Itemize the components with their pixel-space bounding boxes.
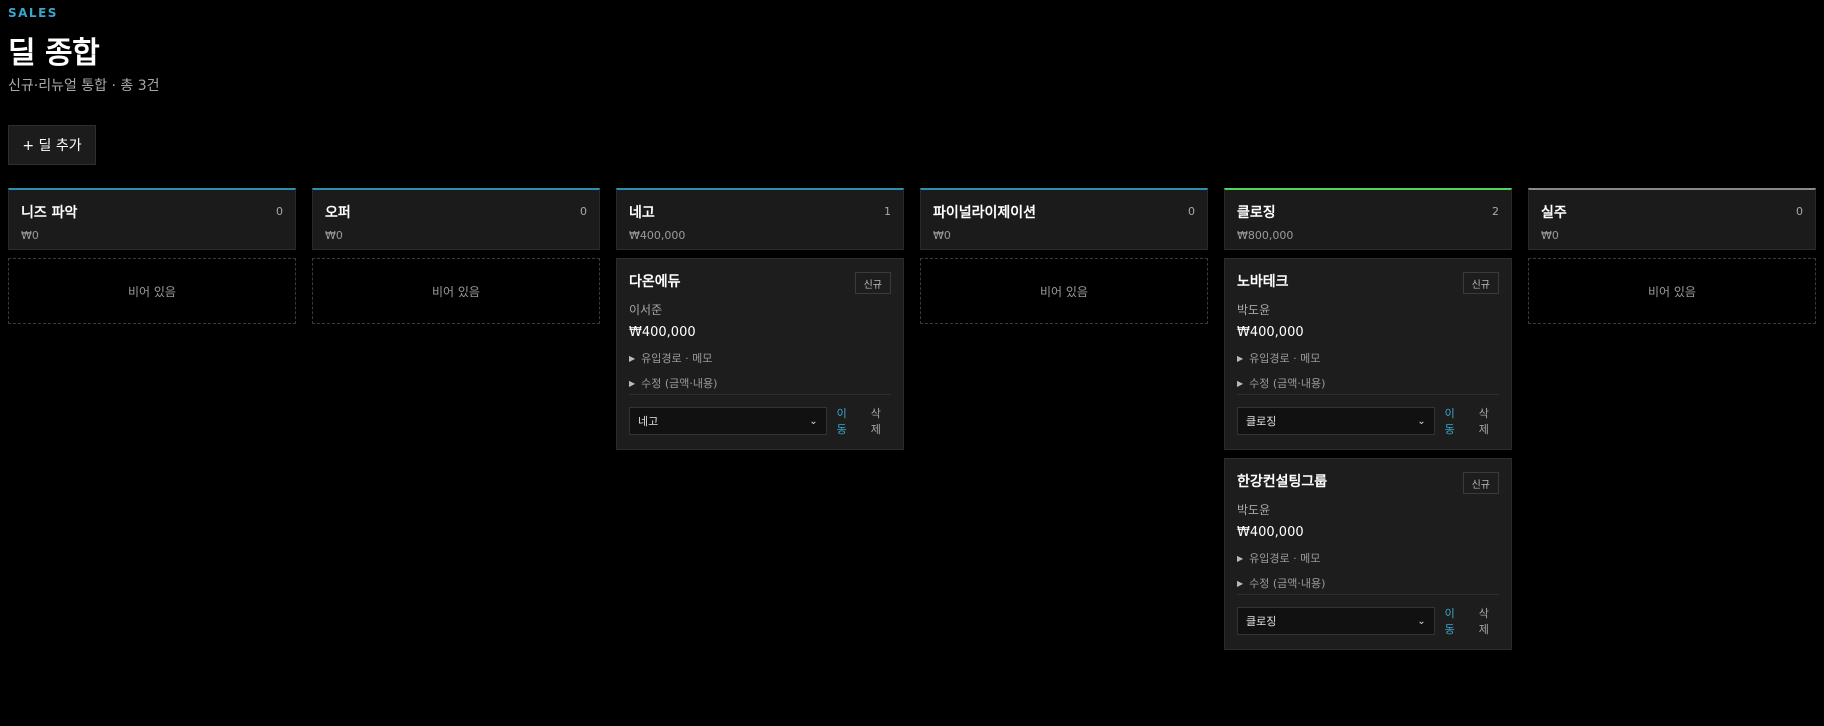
source-memo-toggle[interactable]: ▶ 유입경로 · 메모 [1237, 550, 1499, 566]
deal-company: 다온에듀 [629, 274, 681, 290]
column-name: 클로징 [1237, 205, 1276, 221]
chevron-down-icon: ⌄ [1417, 415, 1426, 427]
triangle-right-icon: ▶ [629, 378, 636, 388]
deal-owner: 박도윤 [1237, 303, 1271, 317]
column-header: 오퍼 0 ₩0 [312, 188, 600, 250]
deal-amount: ₩400,000 [629, 325, 696, 340]
page-eyebrow: SALES [8, 6, 58, 20]
column-header: 클로징 2 ₩800,000 [1224, 188, 1512, 250]
deal-amount: ₩400,000 [1237, 325, 1304, 340]
toggle-label: 유입경로 · 메모 [1249, 552, 1321, 565]
stage-select-value: 클로징 [1246, 415, 1277, 428]
page-subtitle: 신규·리뉴얼 통합 · 총 3건 [8, 78, 160, 94]
deal-type-badge: 신규 [854, 272, 891, 294]
card-footer: 네고 ⌄ 이동 삭제 [629, 394, 891, 437]
chevron-down-icon: ⌄ [809, 415, 818, 427]
column-header: 파이널라이제이션 0 ₩0 [920, 188, 1208, 250]
column-name: 네고 [629, 205, 655, 221]
move-button[interactable]: 이동 [837, 405, 857, 437]
column-header: 실주 0 ₩0 [1528, 188, 1816, 250]
deal-owner: 이서준 [629, 303, 663, 317]
toggle-label: 유입경로 · 메모 [1249, 352, 1321, 365]
delete-button[interactable]: 삭제 [1479, 605, 1499, 637]
deal-card[interactable]: 한강컨설팅그룹 신규 박도윤 ₩400,000 ▶ 유입경로 · 메모 ▶ 수정 (… [1224, 458, 1512, 650]
edit-toggle[interactable]: ▶ 수정 (금액·내용) [1237, 575, 1499, 591]
column-count: 0 [1188, 205, 1195, 218]
stage-select[interactable]: 클로징 ⌄ [1237, 607, 1435, 635]
column-closing: 클로징 2 ₩800,000 노바테크 신규 박도윤 ₩400,000 ▶ 유입경… [1224, 188, 1512, 650]
column-total: ₩800,000 [1237, 229, 1294, 242]
triangle-right-icon: ▶ [1237, 553, 1244, 563]
column-finalization: 파이널라이제이션 0 ₩0 비어 있음 [920, 188, 1208, 324]
chevron-down-icon: ⌄ [1417, 615, 1426, 627]
triangle-right-icon: ▶ [1237, 353, 1244, 363]
column-name: 니즈 파악 [21, 205, 78, 221]
toggle-label: 수정 (금액·내용) [641, 377, 718, 390]
card-footer: 클로징 ⌄ 이동 삭제 [1237, 394, 1499, 437]
source-memo-toggle[interactable]: ▶ 유입경로 · 메모 [1237, 350, 1499, 366]
column-offer: 오퍼 0 ₩0 비어 있음 [312, 188, 600, 324]
deal-type-badge: 신규 [1462, 472, 1499, 494]
stage-select[interactable]: 네고 ⌄ [629, 407, 827, 435]
source-memo-toggle[interactable]: ▶ 유입경로 · 메모 [629, 350, 891, 366]
stage-select-value: 클로징 [1246, 615, 1277, 628]
empty-placeholder: 비어 있음 [8, 258, 296, 324]
triangle-right-icon: ▶ [1237, 378, 1244, 388]
card-footer: 클로징 ⌄ 이동 삭제 [1237, 594, 1499, 637]
delete-button[interactable]: 삭제 [871, 405, 891, 437]
move-button[interactable]: 이동 [1445, 605, 1465, 637]
column-count: 0 [1796, 205, 1803, 218]
empty-placeholder: 비어 있음 [312, 258, 600, 324]
empty-placeholder: 비어 있음 [920, 258, 1208, 324]
column-count: 0 [276, 205, 283, 218]
toggle-label: 유입경로 · 메모 [641, 352, 713, 365]
edit-toggle[interactable]: ▶ 수정 (금액·내용) [629, 375, 891, 391]
deal-owner: 박도윤 [1237, 503, 1271, 517]
triangle-right-icon: ▶ [1237, 578, 1244, 588]
column-total: ₩400,000 [629, 229, 686, 242]
deal-type-badge: 신규 [1462, 272, 1499, 294]
deal-company: 한강컨설팅그룹 [1237, 474, 1328, 490]
column-header: 니즈 파악 0 ₩0 [8, 188, 296, 250]
add-deal-button[interactable]: + 딜 추가 [8, 125, 96, 165]
column-count: 2 [1492, 205, 1499, 218]
toggle-label: 수정 (금액·내용) [1249, 377, 1326, 390]
column-needs: 니즈 파악 0 ₩0 비어 있음 [8, 188, 296, 324]
column-total: ₩0 [1541, 229, 1559, 242]
column-total: ₩0 [933, 229, 951, 242]
toggle-label: 수정 (금액·내용) [1249, 577, 1326, 590]
column-name: 실주 [1541, 205, 1567, 221]
column-header: 네고 1 ₩400,000 [616, 188, 904, 250]
stage-select[interactable]: 클로징 ⌄ [1237, 407, 1435, 435]
delete-button[interactable]: 삭제 [1479, 405, 1499, 437]
column-name: 파이널라이제이션 [933, 205, 1037, 221]
column-count: 1 [884, 205, 891, 218]
triangle-right-icon: ▶ [629, 353, 636, 363]
edit-toggle[interactable]: ▶ 수정 (금액·내용) [1237, 375, 1499, 391]
deal-company: 노바테크 [1237, 274, 1289, 290]
stage-select-value: 네고 [638, 415, 659, 428]
empty-placeholder: 비어 있음 [1528, 258, 1816, 324]
column-total: ₩0 [325, 229, 343, 242]
column-nego: 네고 1 ₩400,000 다온에듀 신규 이서준 ₩400,000 ▶ 유입경로… [616, 188, 904, 450]
column-count: 0 [580, 205, 587, 218]
move-button[interactable]: 이동 [1445, 405, 1465, 437]
deal-card[interactable]: 다온에듀 신규 이서준 ₩400,000 ▶ 유입경로 · 메모 ▶ 수정 (금액·… [616, 258, 904, 450]
page-title: 딜 종합 [8, 36, 100, 71]
column-name: 오퍼 [325, 205, 351, 221]
deal-card[interactable]: 노바테크 신규 박도윤 ₩400,000 ▶ 유입경로 · 메모 ▶ 수정 (금액·… [1224, 258, 1512, 450]
column-total: ₩0 [21, 229, 39, 242]
deal-amount: ₩400,000 [1237, 525, 1304, 540]
column-lost: 실주 0 ₩0 비어 있음 [1528, 188, 1816, 324]
